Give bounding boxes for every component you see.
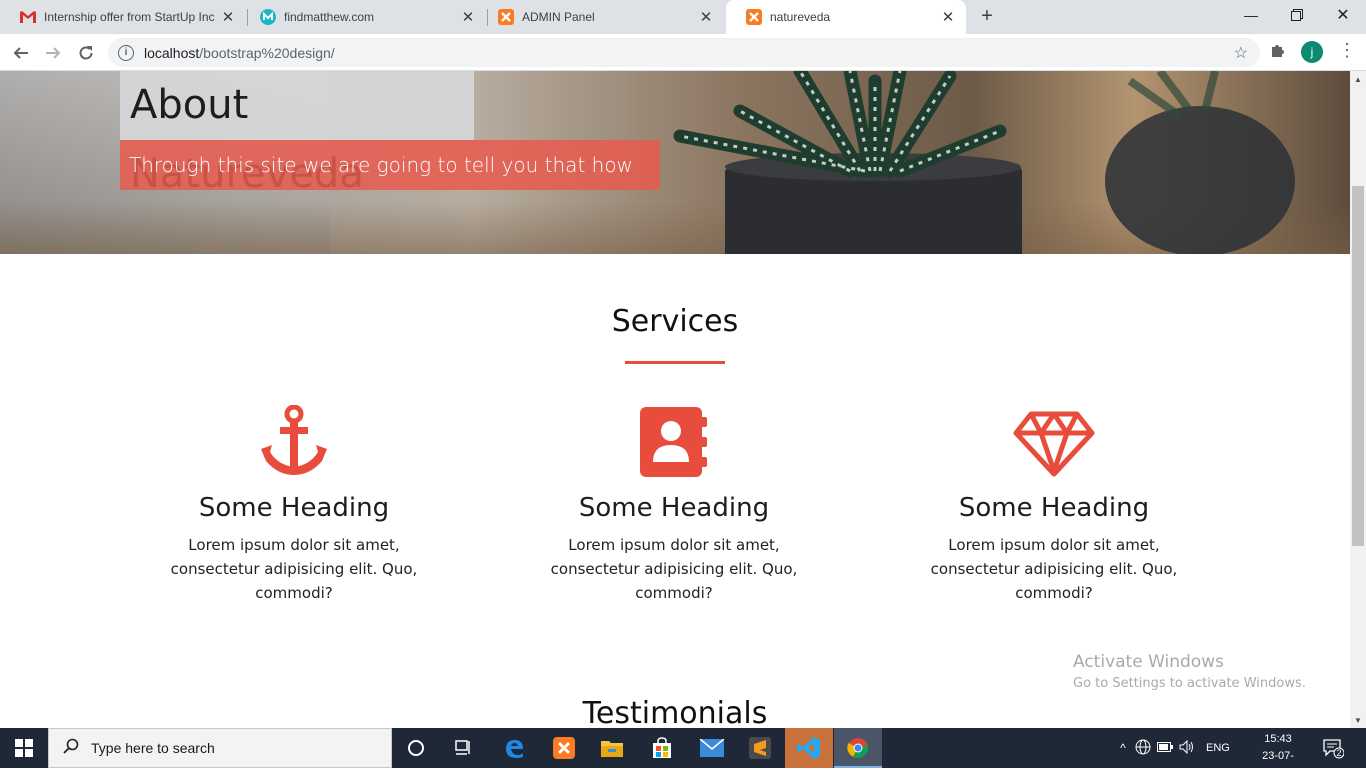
hero-subtitle: Through this site we are going to tell y… (120, 140, 660, 190)
title-underline (625, 361, 725, 364)
watermark-line2: Go to Settings to activate Windows. (1073, 676, 1306, 691)
scroll-up-arrow-icon[interactable]: ▲ (1350, 71, 1366, 87)
address-book-icon (514, 401, 834, 477)
anchor-icon (134, 401, 454, 477)
restore-icon (1291, 9, 1303, 21)
clock-time: 15:43 (1264, 733, 1292, 745)
xampp-icon (498, 9, 514, 25)
tab-findmatthew[interactable]: findmatthew.com ✕ (240, 0, 486, 34)
service-text: Lorem ipsum dolor sit amet, consectetur … (550, 536, 798, 602)
notification-count: 2 (1336, 748, 1342, 758)
store-icon[interactable] (638, 728, 686, 768)
close-icon[interactable]: ✕ (458, 8, 478, 26)
clock[interactable]: 15:43 23-07-2020 (1252, 731, 1304, 782)
url-text[interactable]: localhost/bootstrap%20design/ (144, 45, 335, 61)
tab-title: natureveda (770, 10, 831, 24)
arrow-right-icon (46, 47, 61, 59)
search-placeholder: Type here to search (91, 740, 215, 756)
network-globe-icon[interactable] (1132, 739, 1154, 758)
xampp-taskbar-icon[interactable] (540, 728, 588, 768)
search-icon (63, 738, 79, 759)
service-text: Lorem ipsum dolor sit amet, consectetur … (930, 536, 1178, 602)
activate-windows-watermark: Activate Windows Go to Settings to activ… (1073, 651, 1306, 695)
new-tab-button[interactable]: + (976, 5, 998, 27)
mail-icon[interactable] (688, 728, 736, 768)
services-title: Services (611, 304, 739, 339)
service-card: Some Heading Lorem ipsum dolor sit amet,… (514, 401, 834, 605)
service-text: Lorem ipsum dolor sit amet, consectetur … (170, 536, 418, 602)
service-card: Some Heading Lorem ipsum dolor sit amet,… (894, 401, 1214, 605)
menu-dots-icon[interactable]: ⋮ (1338, 41, 1356, 59)
minimize-button[interactable]: — (1228, 0, 1274, 30)
forward-button[interactable] (40, 40, 66, 66)
service-card: Some Heading Lorem ipsum dolor sit amet,… (134, 401, 454, 605)
system-tray: ^ ENG (1114, 728, 1230, 768)
restore-button[interactable] (1274, 0, 1320, 30)
scroll-thumb[interactable] (1352, 186, 1364, 546)
windows-logo-icon (15, 739, 33, 757)
start-button[interactable] (0, 728, 48, 768)
reload-button[interactable] (73, 40, 99, 66)
sublime-text-icon[interactable] (736, 728, 784, 768)
close-icon[interactable]: ✕ (938, 8, 958, 26)
tab-gmail[interactable]: Internship offer from StartUp Inc ✕ (0, 0, 246, 34)
address-bar[interactable]: i localhost/bootstrap%20design/ ☆ (108, 38, 1260, 67)
hero-banner: About Natureveda Through this site we ar… (0, 71, 1350, 254)
page-viewport: About Natureveda Through this site we ar… (0, 71, 1350, 728)
windows-taskbar: Type here to search ^ ENG 15:43 23-07-20… (0, 728, 1366, 779)
extensions-puzzle-icon[interactable] (1270, 42, 1286, 63)
task-view-icon[interactable] (440, 728, 488, 768)
tab-admin-panel[interactable]: ADMIN Panel ✕ (478, 0, 724, 34)
site-icon (260, 9, 276, 25)
browser-tab-strip: Internship offer from StartUp Inc ✕ find… (0, 0, 1366, 34)
back-button[interactable] (8, 40, 34, 66)
diamond-icon (894, 401, 1214, 477)
chrome-icon[interactable] (834, 728, 882, 768)
file-explorer-icon[interactable] (588, 728, 636, 768)
tab-title: findmatthew.com (284, 10, 375, 24)
profile-avatar[interactable]: j (1301, 41, 1323, 63)
vscode-icon[interactable] (785, 728, 833, 768)
battery-icon[interactable] (1154, 741, 1176, 755)
hero-title: About Natureveda (120, 71, 474, 197)
testimonials-title: Testimonials (582, 696, 768, 728)
reload-icon (79, 46, 93, 60)
edge-icon[interactable] (490, 728, 538, 768)
xampp-icon (746, 9, 762, 25)
service-heading: Some Heading (198, 493, 390, 523)
bookmark-star-icon[interactable]: ☆ (1234, 43, 1248, 63)
arrow-left-icon (13, 47, 28, 59)
chevron-up-icon[interactable]: ^ (1114, 741, 1132, 755)
close-window-button[interactable]: ✕ (1320, 0, 1366, 30)
scroll-down-arrow-icon[interactable]: ▼ (1350, 712, 1366, 728)
language-indicator[interactable]: ENG (1206, 742, 1230, 754)
tab-natureveda[interactable]: natureveda ✕ (726, 0, 966, 34)
volume-icon[interactable] (1176, 739, 1198, 757)
info-icon[interactable]: i (118, 44, 134, 61)
gmail-icon (20, 9, 36, 25)
clock-date: 23-07-2020 (1262, 750, 1294, 779)
tab-title: Internship offer from StartUp Inc (44, 10, 215, 24)
taskbar-search[interactable]: Type here to search (48, 728, 392, 768)
page-scrollbar[interactable]: ▲ ▼ (1350, 71, 1366, 728)
cortana-icon[interactable] (392, 728, 440, 768)
close-icon[interactable]: ✕ (218, 8, 238, 26)
close-icon[interactable]: ✕ (696, 8, 716, 26)
notification-center-icon[interactable]: 2 (1322, 737, 1345, 759)
browser-toolbar: i localhost/bootstrap%20design/ ☆ j ⋮ (0, 34, 1366, 71)
service-heading: Some Heading (958, 493, 1150, 523)
watermark-line1: Activate Windows (1073, 652, 1224, 672)
tab-title: ADMIN Panel (522, 10, 595, 24)
service-heading: Some Heading (578, 493, 770, 523)
